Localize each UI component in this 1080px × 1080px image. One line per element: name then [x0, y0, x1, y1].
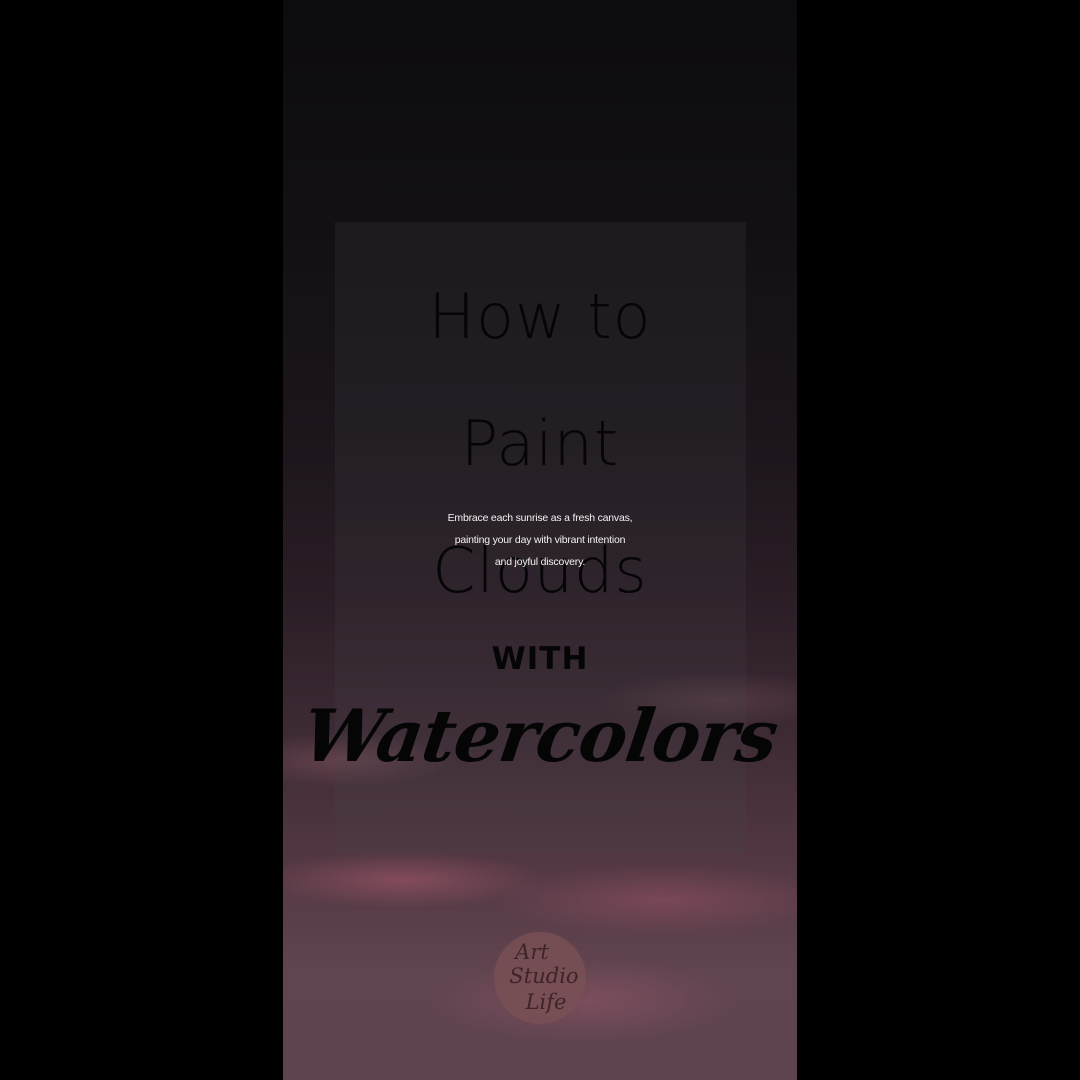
tagline-line-2: painting your day with vibrant intention	[454, 534, 626, 546]
art-studio-life-logo: Art Studio Life	[494, 932, 586, 1024]
with-text: WITH	[491, 641, 589, 677]
title-line-1: How to	[428, 280, 652, 353]
tagline-line-1: Embrace each sunrise as a fresh canvas,	[447, 512, 633, 524]
poster: How to Paint Clouds Embrace each sunrise…	[283, 0, 797, 1080]
watercolors-script: Watercolors	[297, 693, 783, 778]
title-line-3: Clouds	[432, 534, 648, 607]
logo-line-1: Art	[515, 940, 549, 964]
stage: How to Paint Clouds Embrace each sunrise…	[0, 0, 1080, 1080]
tagline-line-3: and joyful discovery.	[494, 556, 586, 568]
logo-line-2: Studio	[509, 964, 579, 988]
logo-line-3: Life	[525, 990, 567, 1014]
title-line-2: Paint	[460, 407, 620, 480]
